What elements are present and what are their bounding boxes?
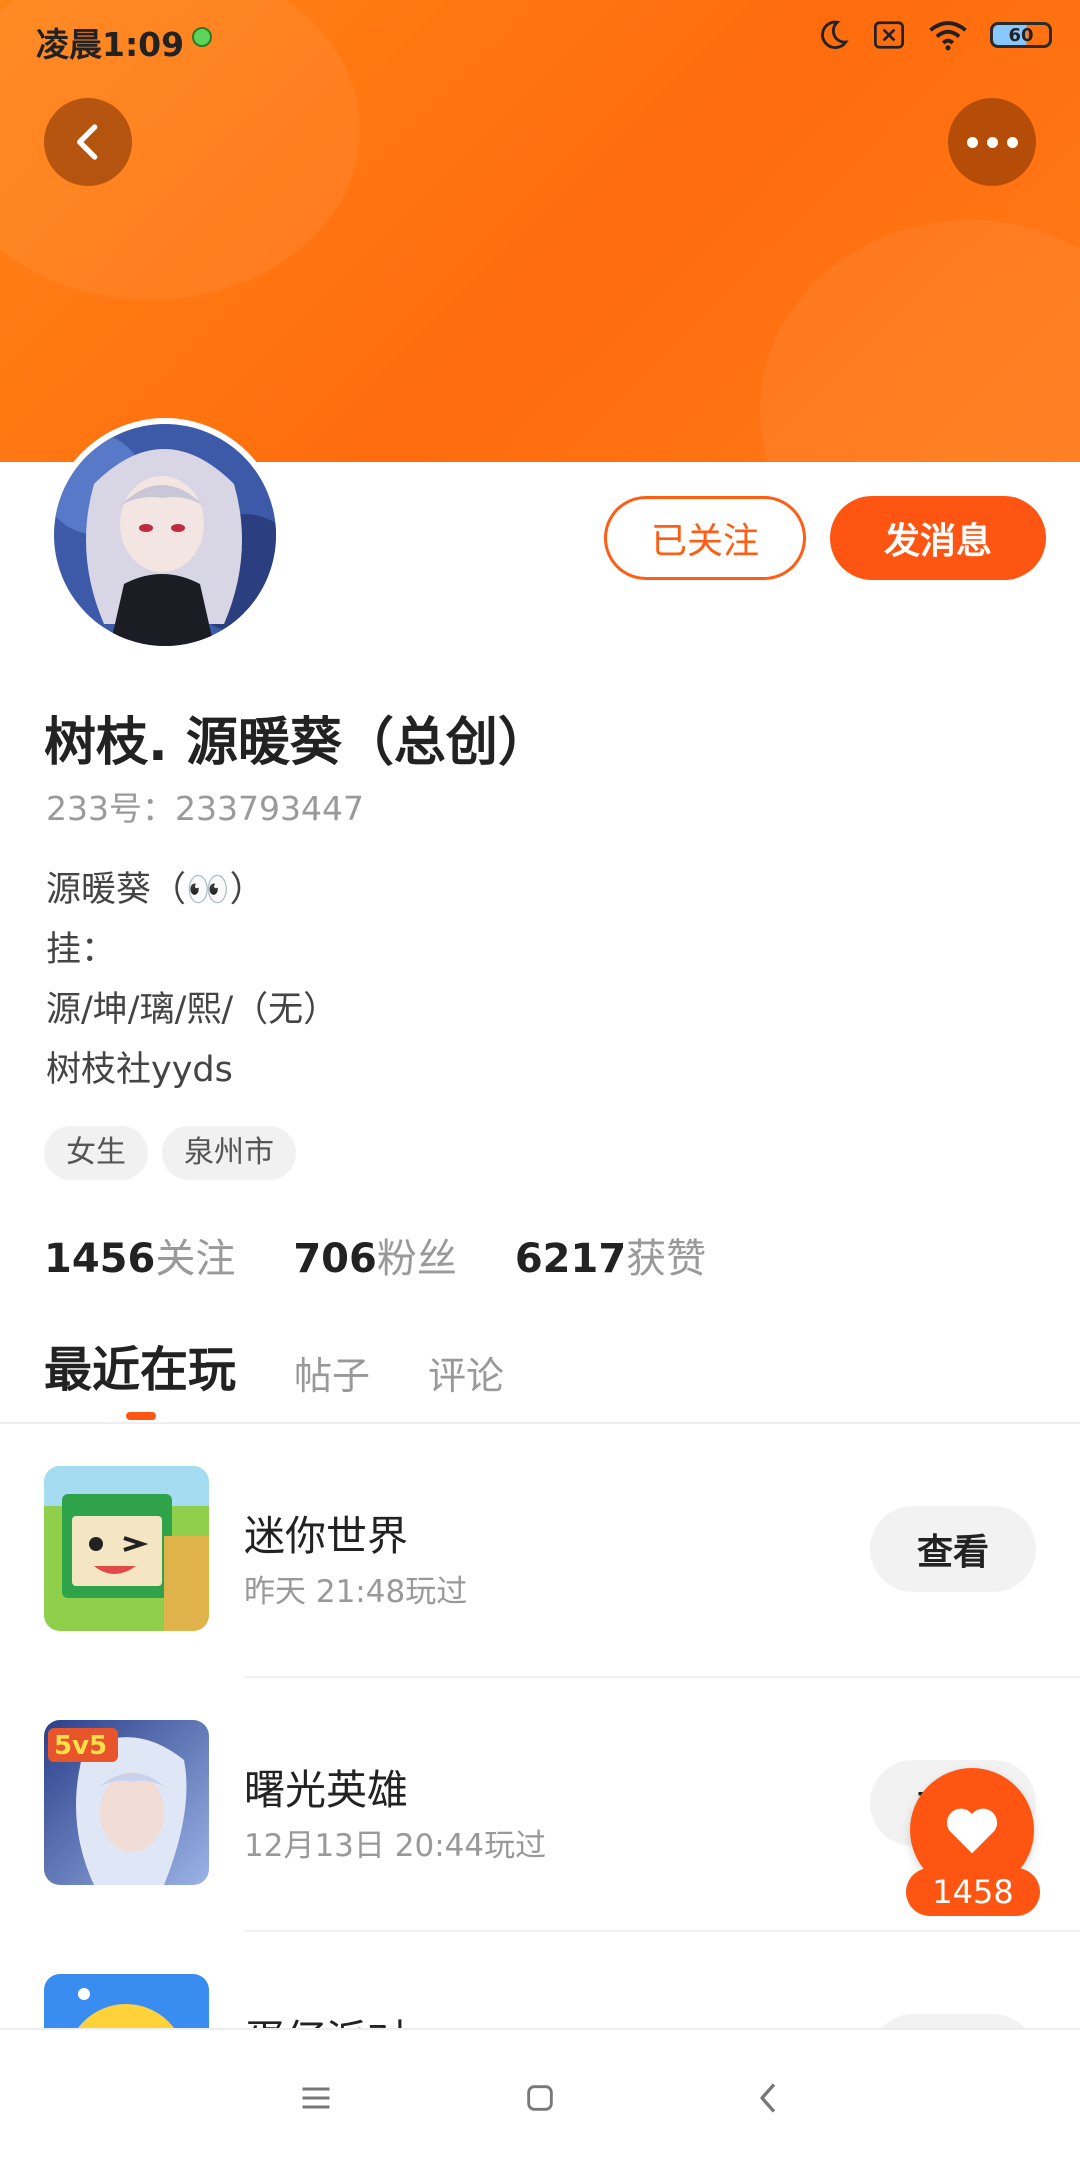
stat-following[interactable]: 1456关注: [44, 1226, 235, 1284]
banner-decoration: [760, 220, 1080, 462]
back-icon[interactable]: [738, 2074, 798, 2122]
game-last-played: 12月13日 20:44玩过: [244, 1828, 547, 1864]
battery-level: 60: [1008, 24, 1034, 46]
stat-likes: 6217获赞: [515, 1226, 706, 1284]
game-icon-mini-world: [44, 1466, 209, 1631]
stat-likes-count: 6217: [514, 1236, 627, 1282]
stat-likes-label: 获赞: [626, 1236, 707, 1282]
profile-bio: 源暖葵（👀） 挂： 源/坤/璃/熙/（无） 树枝社yyds: [46, 860, 338, 1100]
notification-dot-icon: [192, 27, 212, 47]
bio-line: 挂：: [46, 930, 117, 970]
followed-button[interactable]: 已关注: [604, 496, 806, 580]
tabs-divider: [0, 1422, 1080, 1424]
tag-city: 泉州市: [162, 1126, 296, 1180]
bio-line: 源/坤/璃/熙/（无）: [46, 990, 339, 1030]
tab-comments[interactable]: 评论: [428, 1345, 504, 1400]
chevron-left-icon: [76, 124, 98, 160]
tab-posts[interactable]: 帖子: [294, 1345, 370, 1400]
avatar-image: [54, 424, 276, 646]
sim-off-icon: [874, 21, 904, 49]
list-item[interactable]: 蛋仔派对 查看: [0, 1974, 1080, 2028]
view-button[interactable]: 查看: [870, 2014, 1036, 2028]
send-message-button[interactable]: 发消息: [830, 496, 1046, 580]
list-divider: [244, 1930, 1080, 1932]
game-icon-eggy-party: [44, 1974, 209, 2028]
tag-gender: 女生: [44, 1126, 148, 1180]
like-count: 1458: [906, 1868, 1040, 1916]
stat-following-count: 1456: [44, 1236, 156, 1282]
view-button[interactable]: 查看: [870, 1506, 1036, 1592]
status-bar: 凌晨1:09 60: [0, 0, 1080, 78]
game-icon-dawn-heroes: 5v5: [44, 1720, 209, 1885]
game-name: 迷你世界: [244, 1512, 408, 1560]
back-button[interactable]: [44, 98, 132, 186]
system-nav-bar: [0, 2028, 1080, 2162]
tab-recently-played[interactable]: 最近在玩: [44, 1330, 236, 1400]
game-last-played: 昨天 21:48玩过: [244, 1574, 468, 1610]
game-name: 曙光英雄: [244, 1766, 408, 1814]
game-name: 蛋仔派对: [244, 2006, 408, 2028]
stat-following-label: 关注: [155, 1236, 236, 1282]
battery-icon: 60: [990, 22, 1052, 48]
profile-uid: 233号：233793447: [46, 789, 364, 828]
bio-line: 树枝社yyds: [46, 1050, 233, 1090]
more-dots-icon: [966, 136, 1018, 148]
profile-name: 树枝. 源暖葵（总创）: [44, 713, 550, 773]
profile-header-banner: 凌晨1:09 60: [0, 0, 1080, 462]
stat-followers-count: 706: [293, 1236, 377, 1282]
stat-followers[interactable]: 706粉丝: [293, 1226, 457, 1284]
profile-tags: 女生 泉州市: [44, 1126, 296, 1180]
more-button[interactable]: [948, 98, 1036, 186]
list-divider: [244, 1676, 1080, 1678]
wifi-icon: [929, 21, 967, 51]
svg-text:5v5: 5v5: [54, 1731, 107, 1761]
avatar[interactable]: [48, 418, 282, 652]
status-time: 凌晨1:09: [36, 25, 185, 64]
tab-indicator: [126, 1412, 156, 1420]
profile-tabs: 最近在玩 帖子 评论: [44, 1330, 504, 1400]
menu-icon[interactable]: [286, 2074, 346, 2122]
home-icon[interactable]: [510, 2074, 570, 2122]
list-item[interactable]: 迷你世界 昨天 21:48玩过 查看: [0, 1466, 1080, 1720]
heart-icon: [946, 1808, 998, 1854]
bio-line: 源暖葵（👀）: [46, 870, 265, 910]
profile-stats: 1456关注 706粉丝 6217获赞: [44, 1226, 706, 1284]
stat-followers-label: 粉丝: [376, 1236, 457, 1282]
moon-icon: [821, 20, 849, 49]
